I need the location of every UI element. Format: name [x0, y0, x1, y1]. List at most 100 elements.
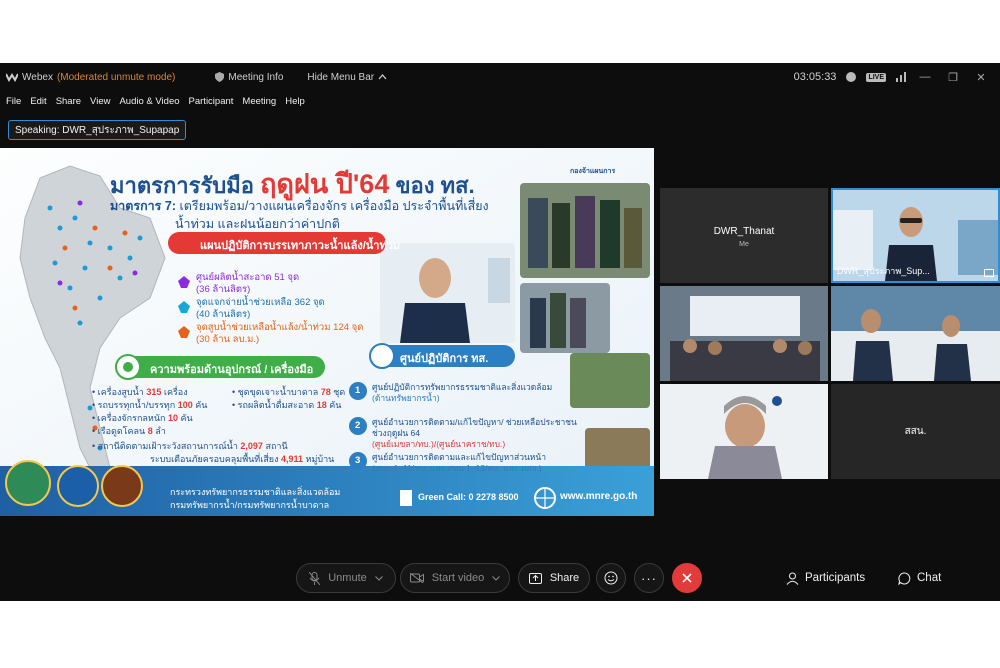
equip-header: ความพร้อมด้านอุปกรณ์ / เครื่องมือ — [150, 364, 314, 376]
plan-item: จุดแจกจ่ายน้ำช่วยเหลือ 362 จุด (40 ล้านล… — [196, 297, 325, 321]
plan-item: ศูนย์ผลิตน้ำสะอาด 51 จุด (36 ล้านลิตร) — [196, 272, 299, 296]
equip-num: 100 — [177, 400, 193, 410]
equip-item: • ชุดขุดเจาะน้ำบาดาล 78 ชุด — [232, 387, 346, 397]
participant-tile[interactable] — [660, 384, 828, 479]
unmute-button[interactable]: Unmute — [296, 563, 396, 593]
menu-file[interactable]: File — [6, 96, 21, 107]
hide-menu-bar-label: Hide Menu Bar — [307, 71, 375, 83]
equip-item: • รถผลิตน้ำดื่มสะอาด 18 คัน — [232, 400, 342, 410]
menu-share[interactable]: Share — [56, 96, 81, 107]
shield-icon — [215, 72, 225, 82]
participant-tile[interactable]: สสน. — [831, 384, 1000, 479]
equip-item: • เครื่องจักรกลหนัก 10 คัน — [92, 413, 193, 423]
ministry-logo — [5, 460, 51, 506]
equip-label: เครื่องสูบน้ำ — [97, 387, 144, 397]
equip-label: รถผลิตน้ำดื่มสะอาด — [237, 400, 315, 410]
plan-item-sub: (36 ล้านลิตร) — [196, 284, 251, 295]
menu-edit[interactable]: Edit — [30, 96, 46, 107]
meeting-timer: 03:05:33 — [793, 71, 837, 83]
center-item: ศูนย์อำนวยการติดตามและแก้ไขปัญหาส่วนหน้า… — [372, 452, 582, 474]
meeting-mode: (Moderated unmute mode) — [56, 71, 176, 83]
participant-video — [660, 286, 828, 381]
microphone-muted-icon — [309, 571, 321, 585]
share-label: Share — [549, 572, 580, 584]
plan-item: จุดสูบน้ำช่วยเหลือน้ำแล้ง/น้ำท่วม 124 จุ… — [196, 322, 363, 346]
participant-tile-speaker[interactable]: DWR_สุประภาพ_Sup... — [831, 188, 1000, 283]
participant-me-label: Me — [739, 241, 749, 248]
station-num: 2,097 — [240, 441, 263, 451]
station-text: สถานีติดตามเฝ้าระวังสถานการณ์น้ำ — [97, 441, 238, 451]
warning-text: ระบบเตือนภัยครอบคลุมพื้นที่เสี่ยง — [150, 454, 279, 464]
participant-tile[interactable] — [660, 286, 828, 381]
close-icon — [682, 573, 692, 583]
footer-depts: กรมทรัพยากรน้ำ/กรมทรัพยากรน้ำบาดาล — [170, 500, 330, 510]
meeting-info-button[interactable]: Meeting Info — [215, 72, 283, 83]
hide-menu-bar-button[interactable]: Hide Menu Bar — [307, 72, 387, 83]
participant-name: DWR_สุประภาพ_Sup... — [837, 266, 930, 276]
equip-unit: ลำ — [155, 426, 166, 436]
center-num: 3 — [355, 455, 361, 466]
minimize-button[interactable]: — — [916, 71, 934, 83]
unmute-label: Unmute — [328, 572, 367, 584]
equip-num: 18 — [316, 400, 327, 410]
equip-unit: คัน — [329, 400, 342, 410]
participant-name: DWR_Thanat — [713, 226, 775, 237]
equip-label: รถบรรทุกน้ำ/บรรทุก — [97, 400, 176, 410]
equip-item: • รถบรรทุกน้ำ/บรรทุก 100 คัน — [92, 400, 208, 410]
chat-label: Chat — [917, 572, 942, 584]
reactions-button[interactable] — [596, 563, 626, 593]
center-text: ศูนย์ปฏิบัติการทรัพยากรธรรมชาติและสิ่งแว… — [372, 382, 553, 392]
equip-num: 8 — [147, 426, 153, 436]
agency-logo-text: กองจ้าแผนการ — [570, 168, 616, 175]
equip-unit: คัน — [180, 413, 193, 423]
share-button[interactable]: Share — [518, 563, 590, 593]
app-name: Webex — [22, 71, 53, 83]
share-screen-icon — [984, 269, 994, 277]
restore-button[interactable]: ❐ — [944, 71, 962, 84]
chat-button[interactable]: Chat — [898, 563, 941, 593]
equip-unit: คัน — [195, 400, 208, 410]
menu-participant[interactable]: Participant — [189, 96, 234, 107]
more-icon: ··· — [641, 570, 657, 586]
equip-left-list: • เครื่องสูบน้ำ 315 เครื่อง • รถบรรทุกน้… — [92, 386, 207, 438]
plan-item-text: ศูนย์ผลิตน้ำสะอาด 51 จุด — [196, 272, 300, 283]
plan-item-text: จุดแจกจ่ายน้ำช่วยเหลือ 362 จุด — [196, 297, 325, 308]
warning-line: ระบบเตือนภัยครอบคลุมพื้นที่เสี่ยง 4,911 … — [150, 452, 334, 466]
participant-tile-self[interactable]: DWR_Thanat Me — [660, 188, 828, 283]
center-num: 1 — [355, 385, 361, 396]
footer-ministry: กระทรวงทรัพยากรธรรมชาติและสิ่งแวดล้อม — [170, 487, 341, 497]
leave-meeting-button[interactable] — [672, 563, 702, 593]
center-sub: (ด้านทรัพยากรน้ำ) — [372, 393, 440, 403]
center-header: ศูนย์ปฏิบัติการ ทส. — [400, 353, 489, 365]
station-line: • สถานีติดตามเฝ้าระวังสถานการณ์น้ำ 2,097… — [92, 441, 288, 451]
footer-agencies: กระทรวงทรัพยากรธรรมชาติและสิ่งแวดล้อม กร… — [170, 486, 340, 512]
slide-title-suffix: ของ ทส. — [395, 173, 475, 198]
plan-header: แผนปฏิบัติการบรรเทาภาวะน้ำแล้ง/น้ำท่วม — [200, 240, 401, 252]
close-window-button[interactable]: ✕ — [972, 71, 990, 84]
center-text: ศูนย์อำนวยการติดตามและแก้ไขปัญหาส่วนหน้า — [372, 452, 546, 462]
equip-num: 78 — [320, 387, 331, 397]
menu-help[interactable]: Help — [285, 96, 305, 107]
center-item: ศูนย์ปฏิบัติการทรัพยากรธรรมชาติและสิ่งแว… — [372, 382, 582, 404]
menu-audio-video[interactable]: Audio & Video — [119, 96, 179, 107]
title-bar-right: 03:05:33 LIVE — ❐ ✕ — [794, 63, 1000, 91]
equip-label: ชุดขุดเจาะน้ำบาดาล — [237, 387, 319, 397]
slide-title-highlight: ฤดูฝน ปี'64 — [260, 169, 390, 199]
chevron-down-icon — [374, 575, 383, 581]
dwr-logo — [57, 465, 99, 507]
start-video-button[interactable]: Start video — [400, 563, 510, 593]
shared-content: มาตรการรับมือ ฤดูฝน ปี'64 ของ ทส. กองจ้า… — [0, 148, 654, 516]
center-sub: (สทภ.1–11/ทบ. และ สทบ.1–12/ทบ. และ ทสจ.) — [372, 463, 542, 473]
green-call: Green Call: 0 2278 8500 — [418, 492, 519, 502]
website: www.mnre.go.th — [560, 491, 638, 502]
menu-meeting[interactable]: Meeting — [242, 96, 276, 107]
participant-tile[interactable] — [831, 286, 1000, 381]
equip-num: 315 — [146, 387, 162, 397]
chat-icon — [898, 571, 911, 585]
measure-label: มาตรการ 7: — [110, 199, 176, 213]
equip-unit: เครื่อง — [163, 387, 188, 397]
smiley-icon — [604, 571, 618, 585]
participants-button[interactable]: Participants — [786, 563, 865, 593]
menu-view[interactable]: View — [90, 96, 110, 107]
more-options-button[interactable]: ··· — [634, 563, 664, 593]
